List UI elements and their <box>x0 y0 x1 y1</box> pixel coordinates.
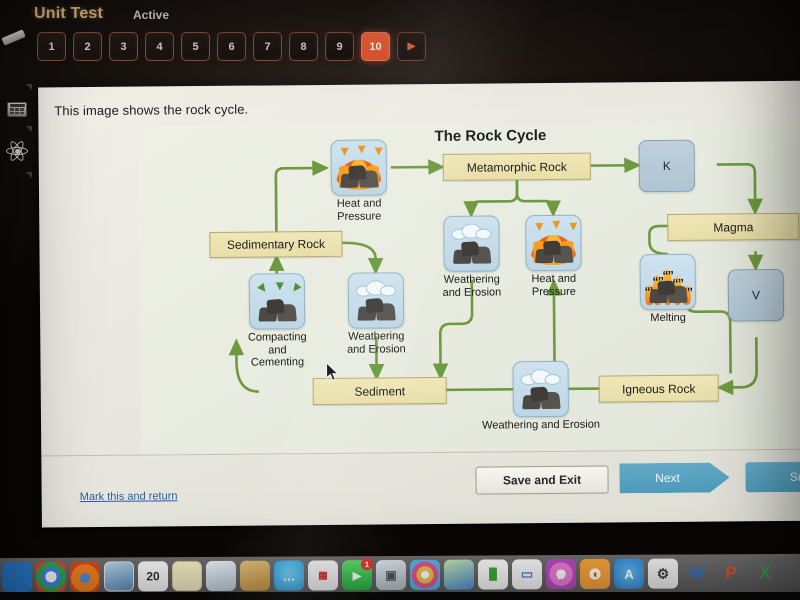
question-nav-9[interactable]: 9 <box>325 32 354 61</box>
facetime-badge: 1 <box>360 558 373 571</box>
process-label: Weathering and Erosion <box>346 330 406 356</box>
question-page: This image shows the rock cycle. The Roc… <box>38 80 800 528</box>
calendar-icon[interactable]: 20 <box>137 561 169 592</box>
rail-corner-3 <box>26 172 32 178</box>
mouse-cursor <box>326 361 340 382</box>
question-nav-3[interactable]: 3 <box>109 32 138 61</box>
facetime-icon[interactable]: ▶ 1 <box>341 558 373 591</box>
finder-icon[interactable] <box>1 561 33 593</box>
mark-this-and-return-link[interactable]: Mark this and return <box>80 490 178 503</box>
question-nav-10[interactable]: 10 <box>361 32 390 61</box>
process-label: Heat and Pressure <box>531 272 577 298</box>
box-label: Sediment <box>354 383 406 399</box>
excel-icon[interactable]: X <box>750 558 780 588</box>
periodic-table-tool-button[interactable] <box>2 134 32 168</box>
process-label: Compacting and Cementing <box>247 331 307 369</box>
rock-in-fire-icon <box>639 253 697 311</box>
question-nav-1[interactable]: 1 <box>37 32 66 61</box>
box-label: Sedimentary Rock <box>226 236 326 252</box>
photos-icon[interactable] <box>103 561 135 592</box>
rock-with-flames-icon <box>525 214 582 272</box>
rock-with-flames-icon <box>330 139 388 196</box>
facetime-icon-glyph: ▶ <box>352 569 362 582</box>
chrome-icon[interactable] <box>35 561 67 592</box>
next-button[interactable]: Next <box>619 462 729 493</box>
submit-button[interactable]: Sub <box>745 461 800 493</box>
process-label: Weathering and Erosion <box>482 418 601 432</box>
process-weathering-and-erosion-left: Weathering and Erosion <box>344 272 409 356</box>
rock-cycle-diagram: The Rock Cycle Sedimentary Rock Metamorp… <box>138 120 800 457</box>
save-and-exit-button[interactable]: Save and Exit <box>475 465 609 495</box>
question-nav-8[interactable]: 8 <box>289 32 318 61</box>
photos-app-icon[interactable] <box>409 559 441 590</box>
calculator-icon <box>7 101 27 117</box>
blank-box-k[interactable]: K <box>638 139 696 193</box>
blank-box-label: V <box>751 288 760 303</box>
question-nav-7[interactable]: 7 <box>253 32 282 61</box>
box-label: Magma <box>713 219 754 235</box>
itunes-icon[interactable]: ♫ <box>545 559 577 590</box>
question-nav-4[interactable]: 4 <box>145 32 174 61</box>
box-label: Metamorphic Rock <box>466 159 567 175</box>
app-store-icon[interactable]: A <box>613 558 645 589</box>
status-badge: Active <box>133 8 170 22</box>
tool-rail <box>0 72 34 372</box>
process-label: Heat and Pressure <box>336 197 382 223</box>
pencil-icon <box>1 29 29 49</box>
keynote-people-icon[interactable] <box>443 559 475 590</box>
process-label: Weathering and Erosion <box>442 273 502 299</box>
next-question-arrow-icon[interactable]: ▶ <box>397 32 426 61</box>
question-nav-5[interactable]: 5 <box>181 32 210 61</box>
box-metamorphic-rock: Metamorphic Rock <box>442 152 591 181</box>
firefox-icon[interactable] <box>69 561 101 592</box>
numbers-icon[interactable]: █ <box>477 559 509 590</box>
word-icon[interactable]: W <box>682 558 712 588</box>
question-prompt: This image shows the rock cycle. <box>54 101 249 119</box>
rail-corner-1 <box>26 84 32 90</box>
process-weathering-and-erosion-bottom: Weathering and Erosion <box>482 360 600 432</box>
process-label: Melting <box>650 311 686 325</box>
rock-with-rain-cloud-icon <box>443 215 500 272</box>
preview-icon[interactable]: ▣ <box>375 559 407 591</box>
powerpoint-icon[interactable]: P <box>716 558 746 588</box>
blank-box-v[interactable]: V <box>727 268 785 322</box>
system-prefs-icon[interactable]: ⚙ <box>647 558 679 589</box>
notes-icon[interactable] <box>171 561 203 592</box>
quiz-header: Unit Test Active 1 2 3 4 5 6 7 8 9 10 ▶ <box>0 0 800 72</box>
screen-bottom-bezel <box>0 592 800 600</box>
rail-corner-2 <box>26 126 32 132</box>
question-nav-2[interactable]: 2 <box>73 32 102 61</box>
process-weathering-and-erosion-middle: Weathering and Erosion <box>439 215 504 299</box>
process-heat-and-pressure-top: Heat and Pressure <box>327 139 392 223</box>
box-igneous-rock: Igneous Rock <box>598 374 719 403</box>
box-sedimentary-rock: Sedimentary Rock <box>209 230 343 258</box>
calculator-tool-button[interactable] <box>2 92 32 126</box>
screen-photo: Unit Test Active 1 2 3 4 5 6 7 8 9 10 ▶ <box>0 0 800 600</box>
rock-with-rain-cloud-icon <box>347 272 405 329</box>
contacts-icon[interactable] <box>239 560 271 591</box>
blank-box-label: K <box>662 158 671 174</box>
macos-dock: 20 … ▦ ▶ 1 ▣ █ ▭ ♫ ◖ A ⚙ W P X <box>0 553 800 597</box>
keynote-icon[interactable]: ▭ <box>511 559 543 590</box>
mail-icon[interactable] <box>205 560 237 592</box>
news-icon[interactable]: ▦ <box>307 560 339 591</box>
process-heat-and-pressure-middle: Heat and Pressure <box>521 214 586 299</box>
atom-icon <box>5 139 29 163</box>
page-title: Unit Test <box>34 5 104 22</box>
messages-icon[interactable]: … <box>273 560 305 591</box>
process-melting: Melting <box>636 253 701 325</box>
rock-with-down-arrows-icon <box>248 273 306 330</box>
process-compacting-and-cementing: Compacting and Cementing <box>245 273 310 369</box>
question-nav: 1 2 3 4 5 6 7 8 9 10 ▶ <box>37 32 426 61</box>
box-label: Igneous Rock <box>621 381 696 396</box>
ibooks-icon[interactable]: ◖ <box>579 558 611 590</box>
question-nav-6[interactable]: 6 <box>217 32 246 61</box>
box-magma: Magma <box>667 212 800 241</box>
rock-with-rain-cloud-icon <box>512 360 569 418</box>
